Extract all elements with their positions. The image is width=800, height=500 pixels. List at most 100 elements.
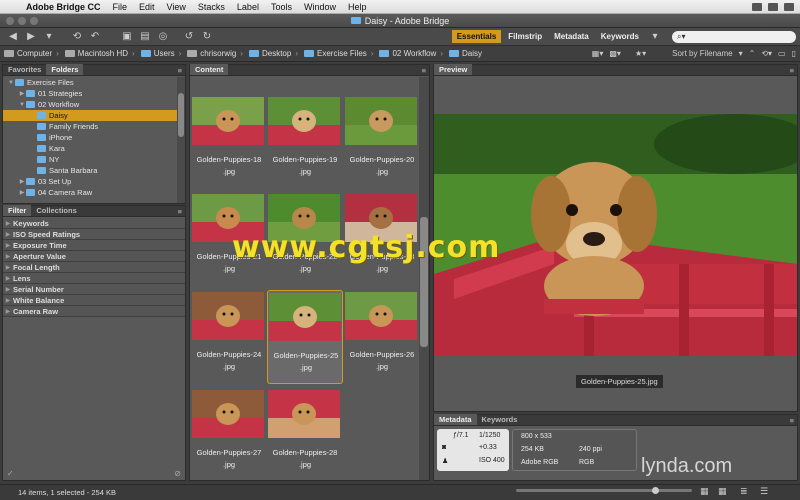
tab-collections[interactable]: Collections (31, 205, 81, 216)
folder-item[interactable]: Family Friends (3, 121, 177, 132)
chevron-down-icon[interactable]: ▾ (739, 49, 743, 58)
triangle-right-icon[interactable]: ▶ (18, 189, 26, 196)
triangle-right-icon[interactable]: ▶ (18, 90, 26, 97)
crumb-daisy[interactable]: Daisy (449, 49, 482, 58)
folder-item[interactable]: Santa Barbara (3, 165, 177, 176)
filter-category[interactable]: ▶ Keywords (3, 218, 185, 229)
view-details-icon[interactable]: ≣ (740, 486, 748, 497)
zoom-button[interactable] (30, 17, 38, 25)
thumbnail-image[interactable] (345, 97, 417, 145)
filter-category[interactable]: ▶ ISO Speed Ratings (3, 229, 185, 240)
filter-category[interactable]: ▶ Focal Length (3, 262, 185, 273)
thumbnail-image[interactable] (345, 292, 417, 340)
workspace-keywords[interactable]: Keywords (596, 30, 644, 43)
crumb-macintosh-hd[interactable]: Macintosh HD › (64, 49, 139, 58)
open-in-camera-raw-icon[interactable]: ◎ (154, 31, 172, 42)
menu-tools[interactable]: Tools (265, 2, 298, 12)
sort-dropdown[interactable]: Sort by Filename (672, 49, 732, 58)
workspace-essentials[interactable]: Essentials (451, 30, 502, 43)
folder-item[interactable]: ▶ 01 Strategies (3, 88, 177, 99)
crumb-user[interactable]: chrisorwig › (187, 49, 247, 58)
slider-knob[interactable] (652, 487, 659, 494)
tab-content[interactable]: Content (190, 64, 229, 75)
panel-menu-icon[interactable]: ≡ (790, 416, 794, 425)
tab-metadata[interactable]: Metadata (434, 414, 477, 425)
content-scrollbar[interactable] (419, 77, 429, 480)
folder-item[interactable]: iPhone (3, 132, 177, 143)
tab-preview[interactable]: Preview (434, 64, 473, 75)
triangle-down-icon[interactable]: ▼ (18, 102, 26, 108)
workspace-filmstrip[interactable]: Filmstrip (503, 30, 547, 43)
menu-app[interactable]: Adobe Bridge CC (20, 2, 107, 12)
refine-icon[interactable]: ▤ (136, 31, 154, 42)
panel-menu-icon[interactable]: ≡ (422, 66, 426, 75)
thumbnail-image[interactable] (192, 97, 264, 145)
scrollbar-thumb[interactable] (178, 93, 184, 137)
star-filter-icon[interactable]: ★▾ (635, 49, 646, 58)
folders-scrollbar[interactable] (177, 77, 185, 203)
menu-file[interactable]: File (107, 2, 134, 12)
battery-icon[interactable] (752, 2, 762, 11)
list-icon[interactable] (784, 2, 794, 11)
boomerang-icon[interactable]: ↶ (86, 31, 104, 42)
menu-window[interactable]: Window (298, 2, 342, 12)
thumbnail-size-slider[interactable] (516, 487, 692, 494)
grid-icon[interactable]: ▩▾ (609, 49, 621, 58)
menu-stacks[interactable]: Stacks (192, 2, 231, 12)
recent-folder-icon[interactable]: ⟲ (68, 31, 86, 42)
thumbnail-image[interactable] (268, 390, 340, 438)
filter-category[interactable]: ▶ Lens (3, 273, 185, 284)
filter-category[interactable]: ▶ Aperture Value (3, 251, 185, 262)
thumbnail-item[interactable]: Golden-Puppies-28 .jpg (267, 388, 343, 480)
triangle-down-icon[interactable]: ▼ (7, 80, 15, 86)
menu-edit[interactable]: Edit (133, 2, 161, 12)
back-icon[interactable]: ◀ (4, 31, 22, 42)
thumbnail-item[interactable]: Golden-Puppies-25 .jpg (267, 290, 343, 384)
panel-menu-icon[interactable]: ≡ (790, 66, 794, 75)
thumbnail-item[interactable]: Golden-Puppies-20 .jpg (344, 95, 419, 189)
crumb-exercise-files[interactable]: Exercise Files › (304, 49, 377, 58)
sort-ascending-icon[interactable]: ⌃ (749, 49, 756, 58)
folder-item[interactable]: ▶ 04 Camera Raw (3, 187, 177, 198)
crumb-desktop[interactable]: Desktop › (248, 49, 302, 58)
thumbnail-image[interactable] (268, 97, 340, 145)
thumbnail-item[interactable]: Golden-Puppies-27 .jpg (191, 388, 267, 480)
panel-menu-icon[interactable]: ≡ (178, 66, 182, 75)
thumbnail-image[interactable] (269, 293, 341, 341)
chevron-down-icon[interactable]: ▾ (646, 31, 664, 42)
view-grid-icon[interactable]: ▦ (718, 486, 727, 497)
menu-label[interactable]: Label (231, 2, 265, 12)
workspace-metadata[interactable]: Metadata (549, 30, 594, 43)
crumb-02-workflow[interactable]: 02 Workflow › (379, 49, 447, 58)
filter-category[interactable]: ▶ Camera Raw (3, 306, 185, 317)
folder-item[interactable]: ▶ 03 Set Up (3, 176, 177, 187)
filter-category[interactable]: ▶ Exposure Time (3, 240, 185, 251)
menu-view[interactable]: View (161, 2, 192, 12)
triangle-right-icon[interactable]: ▶ (18, 178, 26, 185)
view-list-icon[interactable]: ☰ (760, 486, 768, 497)
crumb-computer[interactable]: Computer › (4, 49, 63, 58)
clear-filter-icon[interactable]: ⊘ (174, 469, 181, 478)
rotate-left-icon[interactable]: ↺ (180, 31, 198, 42)
thumbnail-image[interactable] (192, 390, 264, 438)
thumbnail-item[interactable]: Golden-Puppies-19 .jpg (267, 95, 343, 189)
thumbnail-item[interactable]: Golden-Puppies-18 .jpg (191, 95, 267, 189)
recent-files-icon[interactable]: ⟲▾ (761, 49, 772, 58)
tab-filter[interactable]: Filter (3, 205, 32, 216)
folder-item[interactable]: Daisy (3, 110, 177, 121)
folder-item[interactable]: NY (3, 154, 177, 165)
search-icon[interactable] (768, 2, 778, 11)
crumb-users[interactable]: Users › (140, 49, 186, 58)
thumbnail-item[interactable]: Golden-Puppies-26 .jpg (344, 290, 419, 384)
filter-category[interactable]: ▶ White Balance (3, 295, 185, 306)
quality-icon[interactable]: ▦▾ (592, 49, 604, 58)
panel-menu-icon[interactable]: ≡ (178, 207, 182, 216)
camera-icon[interactable]: ▣ (118, 31, 136, 42)
tab-keywords[interactable]: Keywords (477, 414, 523, 425)
tab-folders[interactable]: Folders (46, 64, 84, 75)
lock-icon[interactable]: ▦ (700, 486, 709, 497)
close-button[interactable] (6, 17, 14, 25)
chevron-down-icon[interactable]: ▾ (40, 31, 58, 42)
delete-icon[interactable]: ▯ (792, 49, 796, 58)
pin-icon[interactable]: ✓ (7, 469, 14, 478)
